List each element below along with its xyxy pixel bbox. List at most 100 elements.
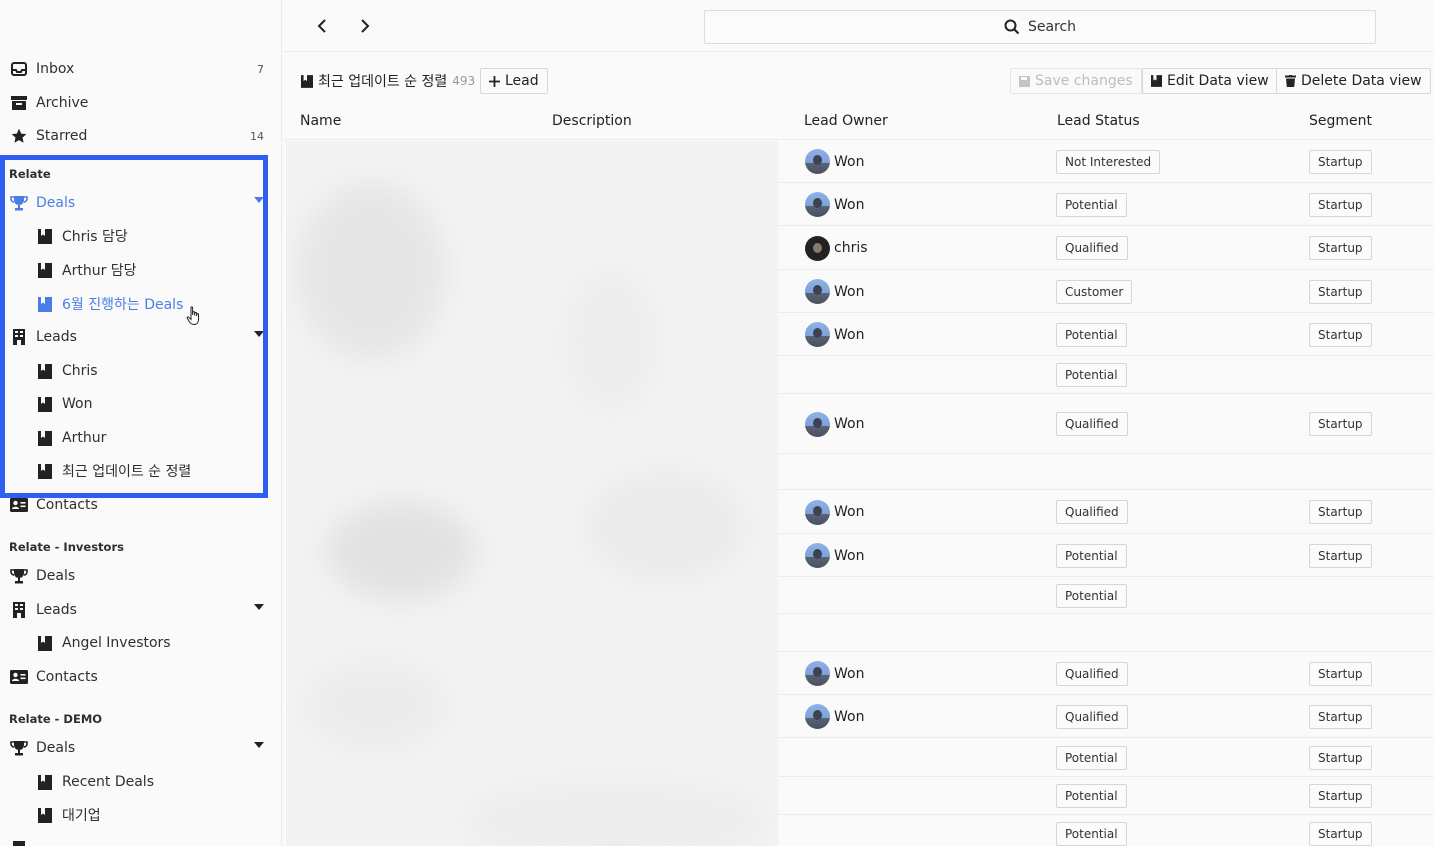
sidebar-item-contacts[interactable]: Contacts: [0, 662, 272, 692]
search-input[interactable]: Search: [704, 10, 1376, 44]
sidebar-item-leads-partial[interactable]: [0, 834, 272, 846]
table-row[interactable]: Won Qualified Startup: [778, 394, 1434, 454]
lead-owner-cell[interactable]: Won: [805, 661, 864, 686]
sidebar-item-leads[interactable]: Leads: [0, 595, 272, 625]
lead-owner-cell[interactable]: chris: [805, 235, 868, 261]
segment-tag[interactable]: Startup: [1309, 822, 1372, 846]
segment-tag[interactable]: Startup: [1309, 236, 1372, 260]
column-header-lead-status[interactable]: Lead Status: [1057, 113, 1140, 129]
sidebar-item-deal-view[interactable]: Recent Deals: [0, 767, 272, 797]
sidebar-item-lead-view[interactable]: Chris: [0, 356, 272, 386]
table-row[interactable]: Potential Startup: [778, 815, 1434, 846]
chevron-down-icon[interactable]: [254, 331, 264, 337]
sidebar-item-starred[interactable]: Starred 14: [0, 121, 272, 151]
forward-arrow-icon[interactable]: [353, 14, 377, 38]
inbox-count: 7: [257, 62, 264, 76]
table-row[interactable]: Won Qualified Startup: [778, 695, 1434, 738]
segment-tag[interactable]: Startup: [1309, 661, 1372, 686]
chevron-down-icon[interactable]: [254, 197, 264, 203]
lead-status-tag[interactable]: Potential: [1056, 322, 1127, 347]
section-title-relate: Relate: [9, 167, 51, 181]
segment-tag[interactable]: Startup: [1309, 784, 1372, 808]
segment-tag[interactable]: Startup: [1309, 149, 1372, 174]
table-row[interactable]: [778, 454, 1434, 490]
lead-status-tag[interactable]: Potential: [1056, 822, 1127, 846]
sidebar-item-label: Deals: [36, 195, 76, 211]
section-title-relate-investors: Relate - Investors: [9, 540, 124, 554]
lead-status-tag[interactable]: Potential: [1056, 784, 1127, 808]
lead-owner-cell[interactable]: Won: [805, 499, 864, 525]
delete-data-view-button[interactable]: Delete Data view: [1276, 68, 1431, 94]
lead-owner-name: Won: [834, 547, 865, 564]
table-row[interactable]: Won Potential Startup: [778, 313, 1434, 356]
lead-status-tag[interactable]: Potential: [1056, 745, 1127, 770]
sidebar-item-deal-view[interactable]: Arthur 담당: [0, 255, 272, 285]
segment-tag[interactable]: Startup: [1309, 322, 1372, 347]
sidebar-item-lead-view[interactable]: Angel Investors: [0, 628, 272, 658]
chevron-down-icon[interactable]: [254, 604, 264, 610]
table-row[interactable]: Won Qualified Startup: [778, 652, 1434, 695]
lead-status-tag[interactable]: Customer: [1056, 279, 1133, 304]
sidebar-item-deals[interactable]: Deals: [0, 561, 272, 591]
lead-status-tag[interactable]: Potential: [1056, 192, 1127, 217]
sidebar-item-deal-view-active[interactable]: 6월 진행하는 Deals: [0, 289, 272, 319]
table-row[interactable]: Potential Startup: [778, 777, 1434, 815]
edit-data-view-button[interactable]: Edit Data view: [1142, 68, 1278, 94]
lead-status-tag[interactable]: Not Interested: [1056, 149, 1161, 174]
column-header-lead-owner[interactable]: Lead Owner: [804, 113, 888, 129]
table-row[interactable]: chris Qualified Startup: [778, 226, 1434, 270]
sidebar-item-deals[interactable]: Deals: [0, 188, 272, 218]
lead-owner-cell[interactable]: Won: [805, 543, 864, 568]
lead-status-tag[interactable]: Qualified: [1056, 412, 1128, 436]
lead-status-tag[interactable]: Potential: [1056, 583, 1127, 608]
sidebar-item-inbox[interactable]: Inbox 7: [0, 54, 272, 84]
lead-owner-cell[interactable]: Won: [805, 704, 864, 729]
table-row[interactable]: [778, 614, 1434, 652]
sidebar-item-deal-view[interactable]: Chris 담당: [0, 221, 272, 251]
column-header-segment[interactable]: Segment: [1309, 113, 1372, 129]
segment-tag[interactable]: Startup: [1309, 192, 1372, 217]
table-row[interactable]: Potential: [778, 577, 1434, 614]
save-changes-button[interactable]: Save changes: [1010, 68, 1142, 94]
lead-status-tag[interactable]: Potential: [1056, 543, 1127, 568]
sidebar-item-lead-view[interactable]: 최근 업데이트 순 정렬: [0, 456, 272, 486]
table-row[interactable]: Won Potential Startup: [778, 183, 1434, 226]
lead-owner-cell[interactable]: Won: [805, 322, 864, 347]
segment-tag[interactable]: Startup: [1309, 745, 1372, 770]
lead-owner-cell[interactable]: Won: [805, 192, 864, 217]
table-row[interactable]: Potential: [778, 356, 1434, 394]
back-arrow-icon[interactable]: [310, 14, 334, 38]
sidebar-item-deals[interactable]: Deals: [0, 733, 272, 763]
segment-tag[interactable]: Startup: [1309, 500, 1372, 524]
lead-owner-cell[interactable]: Won: [805, 411, 864, 437]
avatar: [805, 543, 830, 568]
segment-tag[interactable]: Startup: [1309, 543, 1372, 568]
table-row[interactable]: Won Qualified Startup: [778, 490, 1434, 534]
sidebar-item-contacts[interactable]: Contacts: [0, 490, 272, 520]
lead-status-tag[interactable]: Qualified: [1056, 236, 1128, 260]
add-lead-button[interactable]: Lead: [480, 68, 548, 94]
table-row[interactable]: Won Customer Startup: [778, 270, 1434, 313]
lead-owner-cell[interactable]: Won: [805, 279, 864, 304]
column-header-description[interactable]: Description: [552, 113, 632, 129]
chevron-down-icon[interactable]: [254, 742, 264, 748]
sidebar-item-deal-view[interactable]: 대기업: [0, 800, 272, 830]
lead-status-tag[interactable]: Qualified: [1056, 661, 1128, 686]
sidebar-item-lead-view[interactable]: Won: [0, 389, 272, 419]
column-header-name[interactable]: Name: [300, 113, 341, 129]
table-row[interactable]: Won Not Interested Startup: [778, 140, 1434, 183]
lead-status-tag[interactable]: Qualified: [1056, 704, 1128, 729]
sidebar-item-lead-view[interactable]: Arthur: [0, 423, 272, 453]
table-row[interactable]: Won Potential Startup: [778, 534, 1434, 577]
avatar: [805, 661, 830, 686]
sidebar-item-archive[interactable]: Archive: [0, 88, 272, 118]
lead-status-tag[interactable]: Qualified: [1056, 500, 1128, 524]
sidebar-item-leads[interactable]: Leads: [0, 322, 272, 352]
table-row[interactable]: Potential Startup: [778, 738, 1434, 777]
segment-tag[interactable]: Startup: [1309, 412, 1372, 436]
segment-tag[interactable]: Startup: [1309, 704, 1372, 729]
lead-status-tag[interactable]: Potential: [1056, 363, 1127, 387]
segment-tag[interactable]: Startup: [1309, 279, 1372, 304]
lead-owner-cell[interactable]: Won: [805, 149, 864, 174]
edit-data-view-label: Edit Data view: [1167, 73, 1269, 89]
